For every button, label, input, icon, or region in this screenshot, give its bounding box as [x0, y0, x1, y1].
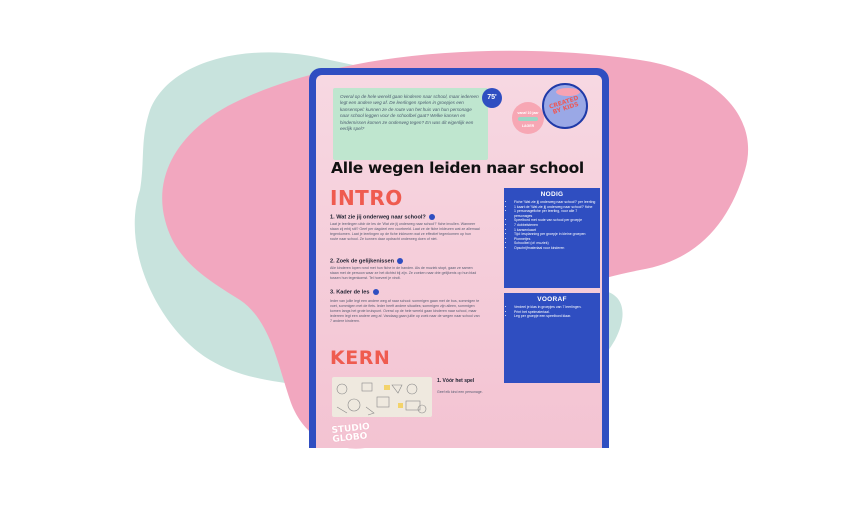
nodig-list: Fiche 'Wat zie jij onderweg naar school?…	[504, 200, 600, 251]
info-icon	[428, 214, 435, 220]
age-badge: vanaf 10 jaar LAGER	[512, 102, 544, 134]
created-badge-text: CREATED BY KIDS	[548, 94, 580, 116]
kern-step1-body: Geef elk kind een personage.	[437, 390, 483, 394]
kern-heading: KERN	[330, 347, 391, 369]
step3-title: 3. Kader de les	[330, 289, 379, 295]
step3-body: Ieder van jullie legt een andere weg af …	[330, 299, 480, 323]
step2-title: 2. Zoek de gelijkenissen	[330, 258, 404, 265]
intro-summary-text: Overal op de hele wereld gaan kinderen n…	[340, 94, 479, 132]
age-badge-bottom: LAGER	[521, 124, 535, 128]
vooraf-list: Verdeel je klas in groepjes van 7 leerli…	[504, 305, 600, 319]
age-badge-top: vanaf 10 jaar	[517, 111, 539, 115]
step1-title-text: 1. Wat zie jij onderweg naar school?	[330, 214, 426, 221]
info-icon	[397, 258, 404, 264]
created-by-kids-badge: CREATED BY KIDS	[542, 83, 588, 129]
worksheet-document: Overal op de hele wereld gaan kinderen n…	[309, 68, 609, 448]
kern-step1-title: 1. Vóór het spel	[437, 378, 475, 384]
list-item: 1 personagefiche per leerling, voor alle…	[514, 209, 596, 218]
step2-title-text: 2. Zoek de gelijkenissen	[330, 258, 395, 265]
illustration-image	[332, 377, 432, 417]
nodig-title: NODIG	[540, 191, 564, 198]
intro-summary-box: Overal op de hele wereld gaan kinderen n…	[333, 88, 488, 160]
worksheet-page: Overal op de hele wereld gaan kinderen n…	[316, 75, 602, 448]
doodle-illustration	[336, 382, 427, 416]
vooraf-title: VOORAF	[537, 296, 567, 303]
step1-body: Laat je leerlingen uitdr de les de 'Wat …	[330, 222, 480, 241]
vooraf-box: VOORAF Verdeel je klas in groepjes van 7…	[504, 293, 600, 383]
list-item: Opschrijfmateriaal voor kinderen	[514, 246, 596, 251]
list-item: Fiche 'Wat zie jij onderweg naar school?…	[514, 200, 596, 205]
scene: Overal op de hele wereld gaan kinderen n…	[0, 0, 858, 506]
duration-badge: 75'	[482, 88, 502, 108]
list-item: Leg per groepje een speelbord klaar.	[514, 314, 596, 319]
info-icon	[372, 289, 379, 295]
logo-line2: GLOBO	[332, 430, 368, 445]
step3-title-text: 3. Kader de les	[330, 289, 370, 296]
nodig-box: NODIG Fiche 'Wat zie jij onderweg naar s…	[504, 188, 600, 288]
intro-heading: INTRO	[330, 186, 403, 210]
age-badge-bar	[518, 117, 538, 121]
page-title: Alle wegen leiden naar school	[331, 159, 584, 177]
step2-body: Alle kinderen lopen rond met hun fiche i…	[330, 266, 477, 280]
studio-globo-logo: STUDIO GLOBO	[331, 422, 371, 445]
step1-title: 1. Wat zie jij onderweg naar school?	[330, 214, 435, 220]
